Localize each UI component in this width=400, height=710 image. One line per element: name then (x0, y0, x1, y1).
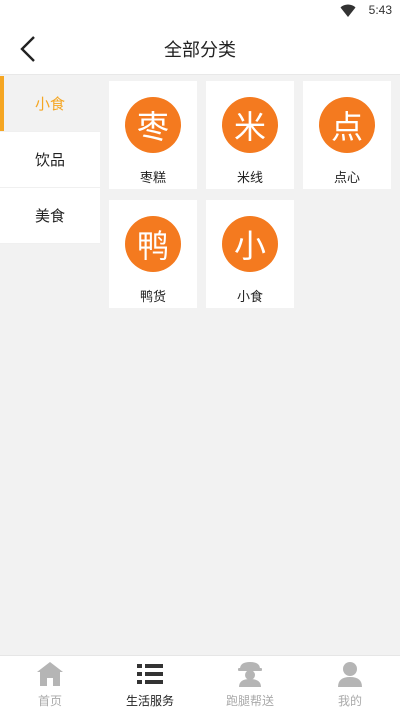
category-card-jujube-cake[interactable]: 枣 枣糕 (109, 81, 197, 189)
category-card-dim-sum[interactable]: 点 点心 (303, 81, 391, 189)
list-icon (137, 664, 163, 684)
category-glyph-icon: 小 (222, 216, 278, 272)
tab-me[interactable]: 我的 (300, 656, 400, 710)
sidebar-item-drinks[interactable]: 饮品 (0, 132, 100, 188)
tab-errand-delivery[interactable]: 跑腿帮送 (200, 656, 300, 710)
sidebar-item-label: 饮品 (34, 151, 65, 169)
sidebar-item-food[interactable]: 美食 (0, 188, 100, 244)
category-glyph-icon: 枣 (125, 97, 181, 153)
category-label: 枣糕 (139, 171, 166, 186)
page-title: 全部分类 (164, 40, 236, 61)
tab-label: 首页 (37, 694, 62, 708)
category-card-rice-noodles[interactable]: 米 米线 (206, 81, 294, 189)
tab-home[interactable]: 首页 (0, 656, 100, 710)
bottom-tab-bar: 首页 生活服务 跑腿帮送 我的 (0, 655, 400, 710)
sidebar-item-snacks[interactable]: 小食 (0, 76, 100, 132)
sidebar-item-label: 美食 (34, 207, 65, 225)
wifi-icon (340, 4, 356, 17)
category-label: 小食 (236, 290, 263, 305)
sidebar-item-label: 小食 (34, 95, 65, 113)
home-icon (37, 662, 63, 686)
category-glyph-icon: 点 (319, 97, 375, 153)
status-bar: 5:43 (0, 0, 400, 22)
category-card-duck[interactable]: 鸭 鸭货 (109, 200, 197, 308)
tab-label: 生活服务 (125, 694, 174, 708)
category-label: 点心 (333, 171, 360, 186)
category-sidebar: 小食 饮品 美食 (0, 76, 100, 244)
tab-label: 我的 (337, 694, 362, 708)
category-glyph-icon: 米 (222, 97, 278, 153)
category-label: 米线 (236, 171, 263, 186)
courier-icon (238, 662, 262, 687)
status-time: 5:43 (368, 3, 392, 17)
title-bar: 全部分类 (0, 22, 400, 75)
category-label: 鸭货 (139, 290, 166, 305)
tab-label: 跑腿帮送 (225, 694, 274, 708)
tab-life-services[interactable]: 生活服务 (100, 656, 200, 710)
category-glyph-icon: 鸭 (125, 216, 181, 272)
user-icon (338, 662, 362, 687)
category-card-snacks[interactable]: 小 小食 (206, 200, 294, 308)
